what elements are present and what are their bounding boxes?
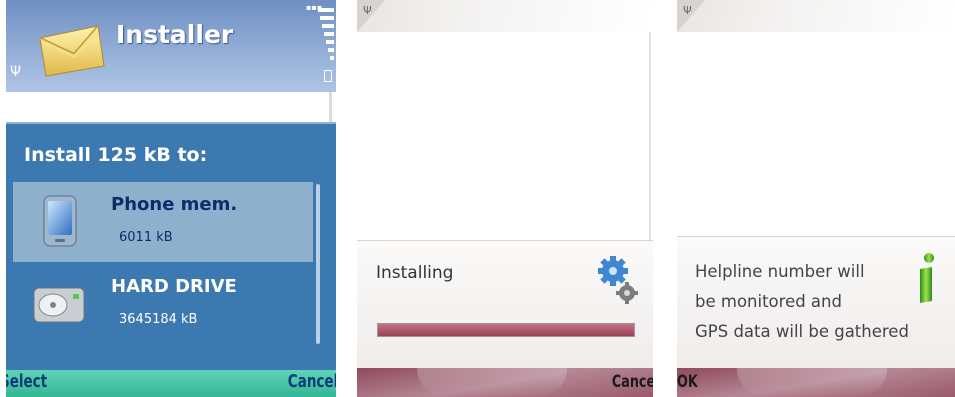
status-pane: Ψ: [677, 0, 955, 32]
info-icon: [920, 253, 934, 303]
list-item-hard-drive[interactable]: HARD DRIVE 3645184 kB: [13, 264, 313, 344]
hard-drive-icon: [33, 287, 85, 323]
option-name: Phone mem.: [111, 194, 238, 215]
gears-icon: [598, 256, 638, 304]
memory-selection-dialog: Install 125 kB to: Phone mem. 6011 kB HA…: [6, 122, 336, 372]
battery-icon: [324, 70, 332, 82]
status-pane: Ψ: [357, 0, 653, 32]
softkey-decoration: [737, 368, 887, 397]
information-note-screen: Ψ Helpline number will be monitored and …: [677, 0, 955, 397]
title-pane: Installer Ψ ▪▪▪: [6, 0, 336, 92]
note-line: GPS data will be gathered: [695, 322, 909, 341]
signal-antenna-icon: Ψ: [683, 4, 692, 17]
cancel-softkey[interactable]: Cancel: [611, 372, 653, 392]
cancel-softkey[interactable]: Cancel: [288, 371, 336, 392]
select-softkey[interactable]: Select: [6, 371, 47, 392]
signal-antenna-icon: Ψ: [10, 64, 22, 80]
softkey-bar: Cancel: [357, 368, 653, 397]
envelope-icon: [39, 25, 105, 77]
list-item-phone-memory[interactable]: Phone mem. 6011 kB: [13, 182, 313, 262]
progress-dialog: Installing: [357, 240, 653, 369]
note-message: Helpline number will be monitored and GP…: [695, 257, 935, 347]
softkey-bar: OK: [677, 368, 955, 397]
dialog-scrollbar[interactable]: [316, 184, 320, 344]
softkey-decoration: [417, 368, 567, 397]
note-line: Helpline number will: [695, 262, 865, 281]
option-size: 6011 kB: [119, 230, 173, 245]
option-size: 3645184 kB: [119, 312, 198, 327]
ok-softkey[interactable]: OK: [677, 372, 698, 392]
background-divider: [649, 32, 651, 240]
signal-strength-icon: [318, 8, 334, 68]
phone-icon: [43, 195, 77, 247]
progress-fill: [378, 324, 634, 336]
background-scrollbar: [329, 92, 332, 122]
option-name: HARD DRIVE: [111, 276, 237, 297]
dialog-title: Install 125 kB to:: [24, 144, 208, 166]
softkey-bar: Select Cancel: [6, 370, 336, 397]
installing-screen: Ψ Installing Canc: [357, 0, 653, 397]
signal-antenna-icon: Ψ: [363, 4, 372, 17]
progress-status-text: Installing: [376, 263, 454, 283]
install-progress-bar: [377, 323, 635, 337]
list-background: [6, 92, 336, 122]
note-line: be monitored and: [695, 292, 842, 311]
installer-screen: Installer Ψ ▪▪▪ Install 125 kB to: Phone…: [6, 0, 336, 397]
information-note-dialog: Helpline number will be monitored and GP…: [677, 236, 955, 369]
app-title: Installer: [116, 20, 234, 49]
